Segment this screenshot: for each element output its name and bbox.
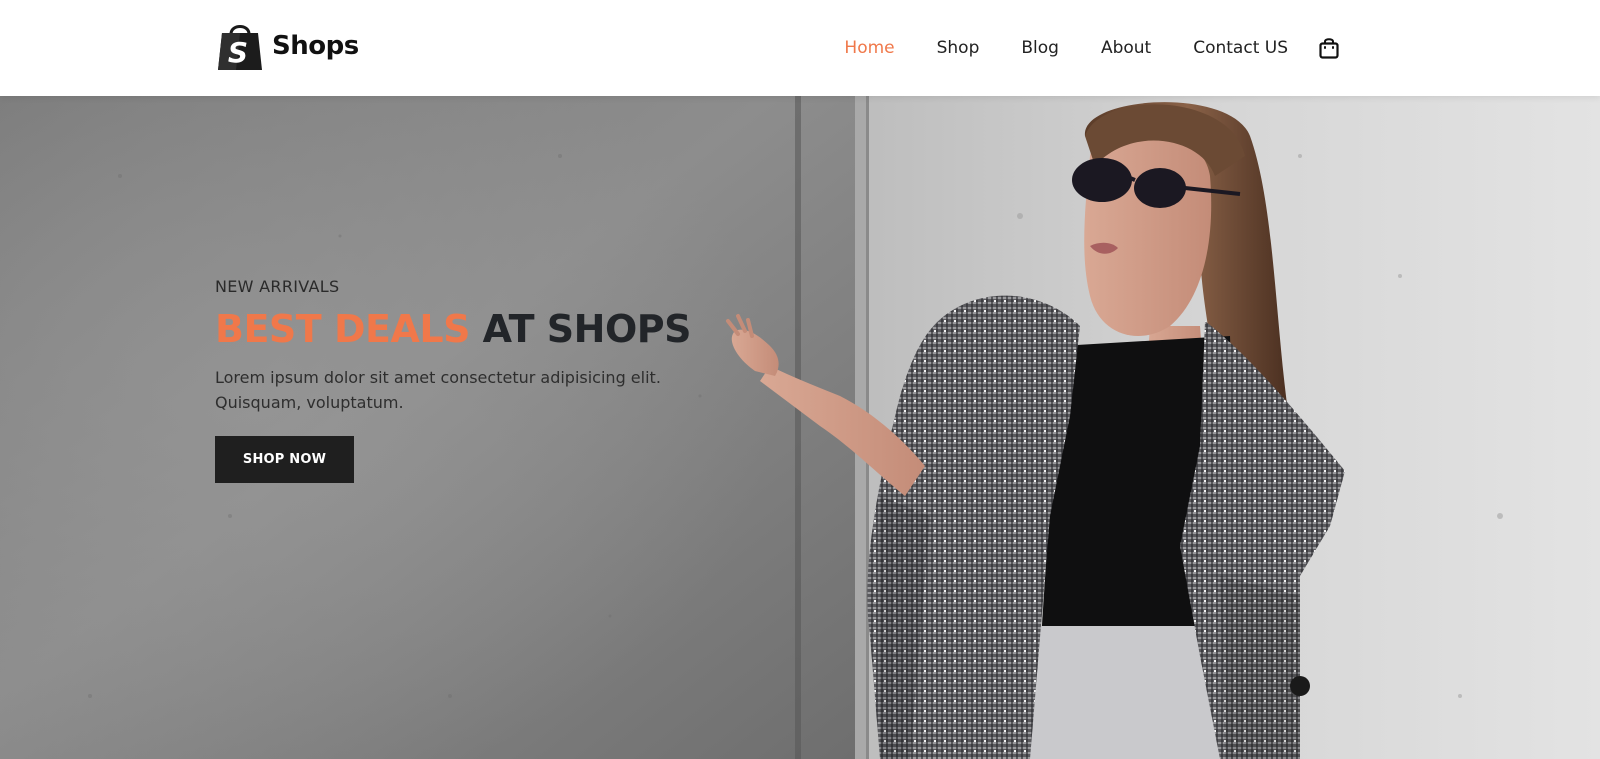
site-header: S Shops Home Shop Blog About Contact US [0, 0, 1600, 96]
shopping-bag-logo-icon: S [218, 25, 262, 70]
nav-item-blog[interactable]: Blog [1021, 38, 1059, 58]
nav-item-about[interactable]: About [1101, 38, 1151, 58]
nav-item-shop[interactable]: Shop [937, 38, 980, 58]
hero-description: Lorem ipsum dolor sit amet consectetur a… [215, 368, 661, 412]
nav-item-contact[interactable]: Contact US [1193, 38, 1288, 58]
hero-content: NEW ARRIVALS BEST DEALS AT SHOPS Lorem i… [215, 277, 735, 483]
hero-eyebrow: NEW ARRIVALS [215, 277, 340, 296]
brand-logo[interactable]: S Shops [216, 20, 359, 72]
svg-text:S: S [228, 36, 248, 69]
hero-headline-accent: BEST DEALS [215, 307, 470, 351]
hero-headline: BEST DEALS AT SHOPS [215, 305, 735, 353]
shopping-bag-icon[interactable] [1318, 36, 1340, 60]
nav-item-home[interactable]: Home [844, 38, 894, 58]
hero-headline-rest: AT SHOPS [482, 307, 692, 351]
hero-banner: NEW ARRIVALS BEST DEALS AT SHOPS Lorem i… [0, 96, 1600, 759]
main-nav: Home Shop Blog About Contact US [844, 0, 1340, 96]
shop-now-button[interactable]: SHOP NOW [215, 436, 354, 483]
brand-name: Shops [272, 31, 359, 61]
